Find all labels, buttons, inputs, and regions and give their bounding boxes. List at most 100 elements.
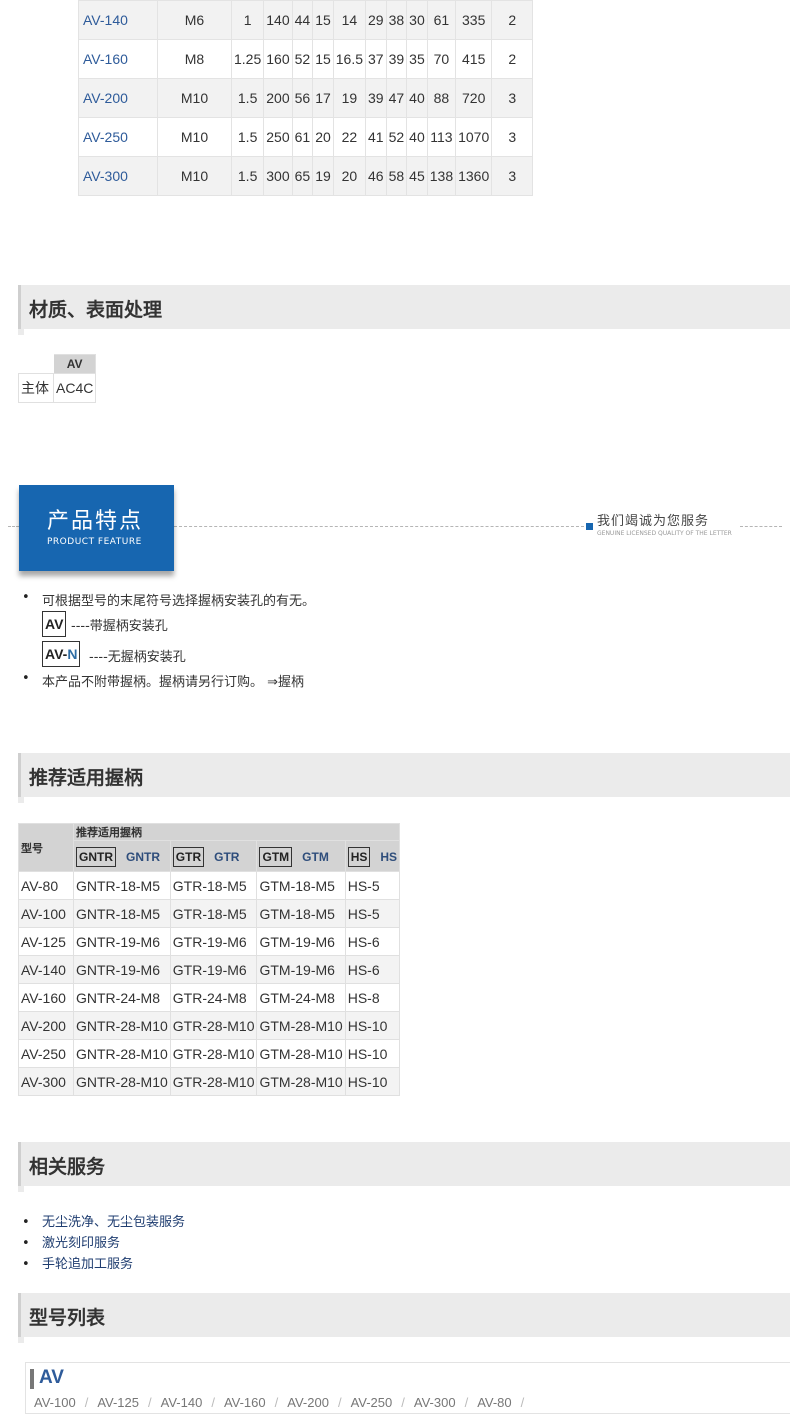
dimension-cell: 22 <box>332 117 367 157</box>
handle-type-header: GTR GTR <box>169 840 258 872</box>
handle-model-cell: AV-300 <box>18 1067 74 1096</box>
dimension-cell: 250 <box>263 117 293 157</box>
model-link[interactable]: AV-200 <box>287 1395 329 1410</box>
services-list: 无尘洗净、无尘包装服务激光刻印服务手轮追加工服务 <box>20 1212 185 1275</box>
dimension-cell: M8 <box>157 39 232 79</box>
dimension-cell: M10 <box>157 117 232 157</box>
dimension-row: AV-200 M10 1.5 200 56 17 19 39 47 40 88 720 3 <box>78 78 534 118</box>
separator: / <box>148 1395 152 1410</box>
dimension-row: AV-300 M10 1.5 300 65 19 20 46 58 45 138 1360 3 <box>78 156 534 196</box>
dimension-cell: 37 <box>365 39 387 79</box>
dimension-cell: 1 <box>230 0 265 40</box>
dimension-row: AV-250 M10 1.5 250 61 20 22 41 52 40 113 1070 3 <box>78 117 534 157</box>
handle-part-cell: GTM-28-M10 <box>256 1067 346 1096</box>
dimension-cell: 41 <box>365 117 387 157</box>
dimension-row: AV-160 M8 1.25 160 52 15 16.5 37 39 35 70 415 2 <box>78 39 534 79</box>
handle-part-cell: GNTR-28-M10 <box>73 1011 171 1040</box>
dimension-cell: 19 <box>312 156 334 196</box>
dimension-cell: 2 <box>491 39 534 79</box>
model-link[interactable]: AV-160 <box>224 1395 266 1410</box>
handle-row: AV-140 GNTR-19-M6 GTR-19-M6 GTM-19-M6 HS-6 <box>18 955 401 984</box>
material-section-header: 材质、表面处理 <box>18 285 790 335</box>
dimension-model-link[interactable]: AV-250 <box>78 117 158 157</box>
dimension-model-link[interactable]: AV-140 <box>78 0 158 40</box>
model-link[interactable]: AV-80 <box>477 1395 511 1410</box>
dimension-cell: 15 <box>312 39 334 79</box>
model-group-title: AV <box>39 1367 64 1388</box>
feature-divider-left <box>8 526 19 527</box>
model-link[interactable]: AV-300 <box>414 1395 456 1410</box>
dimension-cell: 65 <box>291 156 314 196</box>
dimension-cell: 3 <box>491 156 534 196</box>
handles-section-title: 推荐适用握柄 <box>29 767 144 789</box>
model-links: AV-100 / AV-125 / AV-140 / AV-160 / AV-200 / AV-25… <box>34 1395 533 1410</box>
handle-part-cell: HS-6 <box>344 955 401 984</box>
handle-model-cell: AV-100 <box>18 899 74 928</box>
services-section-title: 相关服务 <box>29 1156 106 1178</box>
dimension-cell: 300 <box>263 156 293 196</box>
dimension-model-link[interactable]: AV-300 <box>78 156 158 196</box>
dimension-model-link[interactable]: AV-160 <box>78 39 158 79</box>
feature-bullet-list-1: 可根据型号的末尾符号选择握柄安装孔的有无。 <box>20 590 315 609</box>
separator: / <box>401 1395 405 1410</box>
dimension-cell: 200 <box>263 78 293 118</box>
feature-bullet-handle-link[interactable]: 本产品不附带握柄。握柄请另行订购。 ⇒握柄 <box>20 671 304 690</box>
handles-col-group: 推荐适用握柄 <box>72 823 401 841</box>
handle-part-cell: GTM-18-M5 <box>256 871 346 900</box>
model-link[interactable]: AV-125 <box>97 1395 139 1410</box>
handle-part-cell: GTM-18-M5 <box>256 899 346 928</box>
handle-model-cell: AV-125 <box>18 927 74 956</box>
service-slogan-en: GENUINE LICENSED QUALITY OF THE LETTER <box>597 530 732 537</box>
handle-part-cell: GTR-18-M5 <box>169 899 258 928</box>
dimension-cell: 30 <box>406 0 428 40</box>
dimension-cell: 45 <box>406 156 428 196</box>
handle-part-cell: GTR-18-M5 <box>169 871 258 900</box>
dimension-cell: 40 <box>406 78 428 118</box>
handle-row: AV-250 GNTR-28-M10 GTR-28-M10 GTM-28-M10 HS-… <box>18 1039 401 1068</box>
handle-type-name: GTM <box>302 850 329 864</box>
dimension-cell: 35 <box>406 39 428 79</box>
handle-part-cell: HS-5 <box>344 871 401 900</box>
dimension-cell: 14 <box>332 0 367 40</box>
handle-part-cell: GNTR-19-M6 <box>73 927 171 956</box>
handle-type-code: HS <box>347 847 371 867</box>
dimension-cell: 47 <box>385 78 408 118</box>
dimension-cell: 1.5 <box>230 156 265 196</box>
dimension-cell: 1.5 <box>230 78 265 118</box>
handle-part-cell: GTR-28-M10 <box>169 1067 258 1096</box>
dimension-cell: 40 <box>406 117 428 157</box>
dimension-cell: 61 <box>426 0 457 40</box>
handle-part-cell: GTR-19-M6 <box>169 955 258 984</box>
dimension-cell: 140 <box>263 0 293 40</box>
service-item-link[interactable]: 手轮追加工服务 <box>20 1254 185 1275</box>
handle-part-cell: GTR-24-M8 <box>169 983 258 1012</box>
handle-row: AV-125 GNTR-19-M6 GTR-19-M6 GTM-19-M6 HS-6 <box>18 927 401 956</box>
code-av-desc: ----带握柄安装孔 <box>71 619 168 634</box>
handle-type-header: GNTR GNTR <box>73 840 171 872</box>
model-link[interactable]: AV-100 <box>34 1395 76 1410</box>
feature-title: 产品特点 <box>47 509 144 534</box>
handles-table: 型号 推荐适用握柄 GNTR GNTR GTR GTR GTM GTM HS HS AV-80… <box>18 823 401 1096</box>
material-value: AC4C <box>52 373 97 403</box>
handle-part-cell: HS-10 <box>344 1067 401 1096</box>
dimension-cell: 415 <box>455 39 493 79</box>
dimension-cell: 17 <box>312 78 334 118</box>
service-item-link[interactable]: 无尘洗净、无尘包装服务 <box>20 1212 185 1233</box>
handle-part-cell: GNTR-24-M8 <box>73 983 171 1012</box>
dimension-cell: M10 <box>157 156 232 196</box>
dimension-cell: 720 <box>455 78 493 118</box>
feature-bullet-list-2: 本产品不附带握柄。握柄请另行订购。 ⇒握柄 <box>20 671 304 690</box>
model-link[interactable]: AV-140 <box>161 1395 203 1410</box>
dimension-cell: 3 <box>491 117 534 157</box>
handle-type-code: GTR <box>172 847 205 867</box>
model-link[interactable]: AV-250 <box>351 1395 393 1410</box>
handle-part-cell: GTR-19-M6 <box>169 927 258 956</box>
handle-part-cell: GNTR-19-M6 <box>73 955 171 984</box>
dimension-model-link[interactable]: AV-200 <box>78 78 158 118</box>
dimension-cell: 39 <box>385 39 408 79</box>
handle-model-cell: AV-200 <box>18 1011 74 1040</box>
service-item-link[interactable]: 激光刻印服务 <box>20 1233 185 1254</box>
group-marker <box>30 1369 34 1389</box>
dimension-cell: 61 <box>291 117 314 157</box>
handle-model-cell: AV-160 <box>18 983 74 1012</box>
